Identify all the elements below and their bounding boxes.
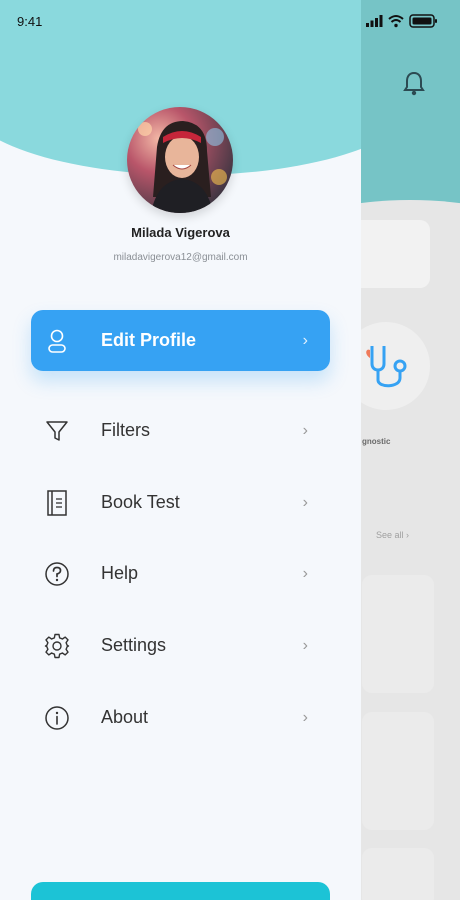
avatar[interactable] xyxy=(127,107,233,213)
menu-item-edit-profile[interactable]: Edit Profile › xyxy=(31,310,330,371)
stethoscope-icon xyxy=(366,346,407,388)
status-icons xyxy=(366,14,437,28)
background-card[interactable] xyxy=(362,575,434,693)
gear-icon xyxy=(44,633,70,659)
menu-item-label: Settings xyxy=(101,635,167,655)
menu-item-filters[interactable]: Filters › xyxy=(31,400,330,461)
background-category-label: gnostic xyxy=(362,437,391,446)
battery-icon xyxy=(409,14,437,28)
menu-item-label: Help xyxy=(101,563,139,583)
menu-item-settings[interactable]: Settings › xyxy=(31,615,330,676)
background-card[interactable] xyxy=(362,712,434,830)
chevron-right-icon: › xyxy=(302,421,308,439)
chevron-right-icon: › xyxy=(302,564,308,582)
filter-icon xyxy=(44,418,70,444)
user-icon xyxy=(44,328,70,354)
book-icon xyxy=(44,489,70,516)
avatar-photo xyxy=(127,107,233,213)
logout-button[interactable] xyxy=(31,882,330,900)
background-see-all-link[interactable]: See all › xyxy=(376,530,409,540)
navigation-drawer: 9:41 Milada Vigerova miladavigerova12@gm… xyxy=(0,0,361,900)
status-time: 9:41 xyxy=(17,14,43,29)
menu-item-help[interactable]: Help › xyxy=(31,543,330,604)
background-search-field[interactable] xyxy=(350,220,430,288)
info-icon xyxy=(44,705,70,731)
menu-item-label: Edit Profile xyxy=(101,330,197,350)
signal-icon xyxy=(366,15,383,27)
help-icon xyxy=(44,561,70,587)
user-name: Milada Vigerova xyxy=(131,225,230,240)
menu-item-label: About xyxy=(101,707,149,727)
background-card[interactable] xyxy=(362,848,434,900)
menu-item-label: Filters xyxy=(101,420,150,440)
chevron-right-icon: › xyxy=(302,493,308,511)
wifi-icon xyxy=(388,15,404,28)
menu-item-about[interactable]: About › xyxy=(31,687,330,748)
chevron-right-icon: › xyxy=(302,331,308,349)
bell-icon[interactable] xyxy=(402,70,426,98)
menu-item-label: Book Test xyxy=(101,492,180,512)
chevron-right-icon: › xyxy=(302,708,308,726)
chevron-right-icon: › xyxy=(302,636,308,654)
menu-item-book-test[interactable]: Book Test › xyxy=(31,472,330,533)
user-email: miladavigerova12@gmail.com xyxy=(113,252,248,263)
